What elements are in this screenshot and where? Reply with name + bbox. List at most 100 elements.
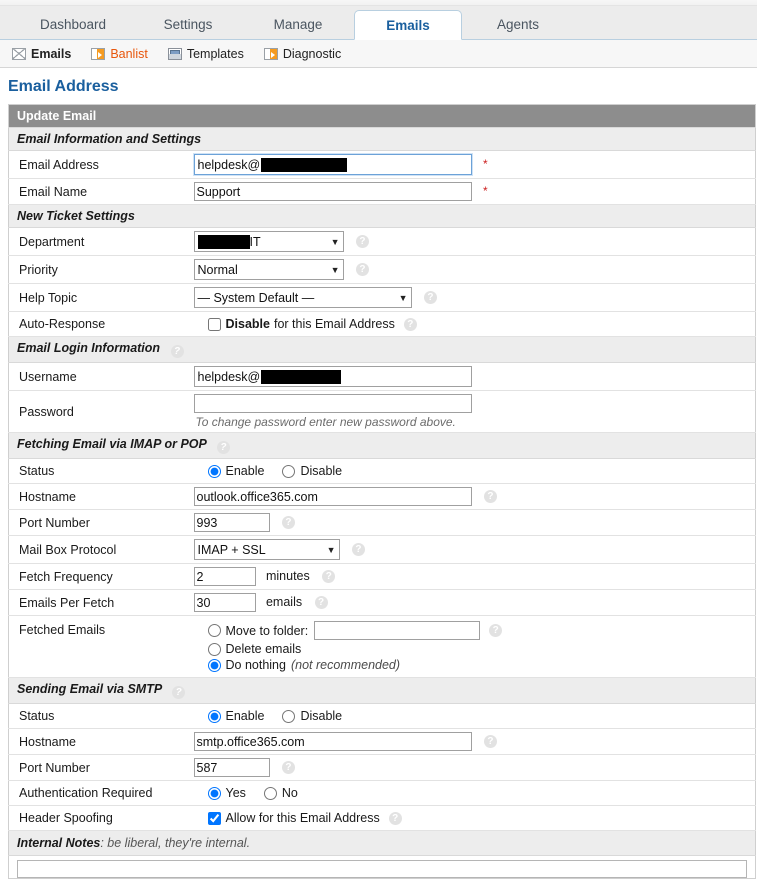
imap-port-input[interactable] [193, 513, 270, 532]
help-icon-emails-per-fetch[interactable]: ? [314, 596, 328, 609]
subnav-label-banlist: Banlist [110, 46, 148, 61]
fetched-nothing-radio[interactable] [207, 658, 221, 672]
label-smtp-port: Port Number [8, 754, 194, 781]
help-icon-smtp-port[interactable]: ? [281, 761, 295, 774]
help-icon-imap-hostname[interactable]: ? [483, 490, 497, 503]
fetched-move-folder-input[interactable] [314, 621, 481, 640]
row-imap-port: Port Number ? [8, 509, 756, 536]
auth-required-no-radio[interactable] [263, 786, 277, 800]
smtp-status-enable-option[interactable]: Enable [207, 709, 264, 723]
chevron-down-icon: ▼ [326, 544, 336, 555]
email-address-value: helpdesk@ [197, 157, 261, 172]
tab-agents[interactable]: Agents [464, 11, 572, 39]
fetched-emails-option-move[interactable]: Move to folder: ? [207, 621, 756, 640]
required-marker-email-name: * [482, 183, 488, 198]
imap-status-enable-radio[interactable] [207, 464, 221, 478]
row-department: Department IT ▼ ? [8, 227, 756, 256]
fetched-move-radio[interactable] [207, 624, 221, 637]
smtp-status-disable-radio[interactable] [282, 709, 296, 723]
imap-status-disable-radio[interactable] [282, 464, 296, 478]
help-icon-priority[interactable]: ? [355, 263, 369, 276]
smtp-status-disable-option[interactable]: Disable [282, 709, 342, 723]
auth-required-yes-label: Yes [225, 786, 246, 800]
imap-status-enable-option[interactable]: Enable [207, 464, 264, 478]
label-imap-hostname: Hostname [8, 483, 194, 510]
row-smtp-status: Status Enable Disable [8, 703, 756, 729]
page-title: Email Address [8, 78, 119, 95]
help-icon-imap-port[interactable]: ? [281, 516, 295, 529]
username-input[interactable]: helpdesk@ [193, 366, 472, 387]
row-internal-notes: Internal Notes: be liberal, they're inte… [8, 830, 756, 856]
fetched-nothing-note: (not recommended) [290, 658, 401, 672]
auto-response-disable-checkbox[interactable] [207, 317, 221, 331]
subnav-item-emails[interactable]: Emails [12, 47, 71, 61]
help-icon-smtp-hostname[interactable]: ? [483, 735, 497, 748]
help-icon-fetched-emails[interactable]: ? [489, 624, 503, 637]
label-fetch-frequency: Fetch Frequency [8, 563, 194, 590]
help-icon-help-topic[interactable]: ? [423, 291, 437, 304]
smtp-port-input[interactable] [193, 758, 270, 777]
help-icon-fetch-frequency[interactable]: ? [322, 570, 336, 583]
tab-settings[interactable]: Settings [134, 11, 242, 39]
auth-required-no-option[interactable]: No [263, 786, 298, 800]
label-header-spoofing: Header Spoofing [8, 805, 194, 831]
label-emails-per-fetch: Emails Per Fetch [8, 589, 194, 616]
subnav-item-diagnostic[interactable]: Diagnostic [263, 47, 341, 61]
mailbox-protocol-select[interactable]: IMAP + SSL ▼ [193, 539, 340, 560]
label-priority: Priority [8, 255, 194, 284]
password-input[interactable] [193, 394, 472, 413]
subnav-label-emails: Emails [31, 46, 72, 61]
label-smtp-status: Status [8, 703, 194, 729]
help-icon-fetching[interactable]: ? [216, 441, 230, 454]
fetched-delete-label: Delete emails [225, 642, 302, 656]
row-imap-hostname: Hostname ? [8, 483, 756, 510]
imap-status-disable-option[interactable]: Disable [282, 464, 342, 478]
auth-required-yes-radio[interactable] [207, 786, 221, 800]
subnav-item-templates[interactable]: Templates [167, 47, 244, 61]
redacted-department-block [197, 234, 250, 249]
auth-required-yes-option[interactable]: Yes [207, 786, 246, 800]
help-icon-department[interactable]: ? [355, 235, 369, 248]
section-email-login-label: Email Login Information [17, 341, 161, 355]
imap-hostname-input[interactable] [193, 487, 472, 506]
email-name-input[interactable] [193, 182, 472, 201]
help-icon-header-spoofing[interactable]: ? [388, 811, 402, 825]
label-email-address: Email Address [8, 150, 194, 179]
label-imap-port: Port Number [8, 509, 194, 536]
row-username: Username helpdesk@ [8, 362, 756, 391]
row-auto-response: Auto-Response Disable for this Email Add… [8, 311, 756, 337]
label-email-name: Email Name [8, 178, 194, 205]
help-topic-select[interactable]: — System Default — ▼ [193, 287, 412, 308]
emails-per-fetch-input[interactable] [193, 593, 256, 612]
panel-header-label: Update Email [8, 104, 756, 128]
fetched-nothing-label: Do nothing [225, 658, 286, 672]
header-spoofing-checkbox[interactable] [207, 811, 221, 825]
section-email-info-label: Email Information and Settings [8, 127, 756, 151]
priority-select[interactable]: Normal ▼ [193, 259, 344, 280]
row-help-topic: Help Topic — System Default — ▼ ? [8, 283, 756, 312]
tab-emails[interactable]: Emails [354, 10, 463, 40]
fetched-emails-option-nothing[interactable]: Do nothing (not recommended) [207, 658, 756, 672]
row-priority: Priority Normal ▼ ? [8, 255, 756, 284]
row-emails-per-fetch: Emails Per Fetch emails ? [8, 589, 756, 616]
tab-manage[interactable]: Manage [244, 11, 352, 39]
email-address-input[interactable]: helpdesk@ [193, 154, 472, 175]
help-icon-mailbox-protocol[interactable]: ? [351, 543, 365, 556]
chevron-down-icon: ▼ [398, 292, 408, 303]
row-email-address: Email Address helpdesk@ * [8, 150, 756, 179]
help-icon-email-login[interactable]: ? [170, 345, 184, 358]
smtp-hostname-input[interactable] [193, 732, 472, 751]
row-auth-required: Authentication Required Yes No [8, 780, 756, 806]
tab-dashboard[interactable]: Dashboard [14, 11, 132, 39]
fetched-emails-option-delete[interactable]: Delete emails [207, 642, 756, 656]
smtp-status-enable-radio[interactable] [207, 709, 221, 723]
subnav-item-banlist[interactable]: Banlist [91, 47, 148, 61]
department-select[interactable]: IT ▼ [193, 231, 344, 252]
help-icon-sending[interactable]: ? [172, 686, 186, 699]
fetch-frequency-input[interactable] [193, 567, 256, 586]
fetched-delete-radio[interactable] [207, 642, 221, 656]
help-icon-auto-response[interactable]: ? [403, 317, 417, 331]
internal-notes-textarea[interactable] [17, 860, 747, 878]
label-imap-status: Status [8, 458, 194, 484]
fetched-move-label: Move to folder: [225, 623, 309, 638]
